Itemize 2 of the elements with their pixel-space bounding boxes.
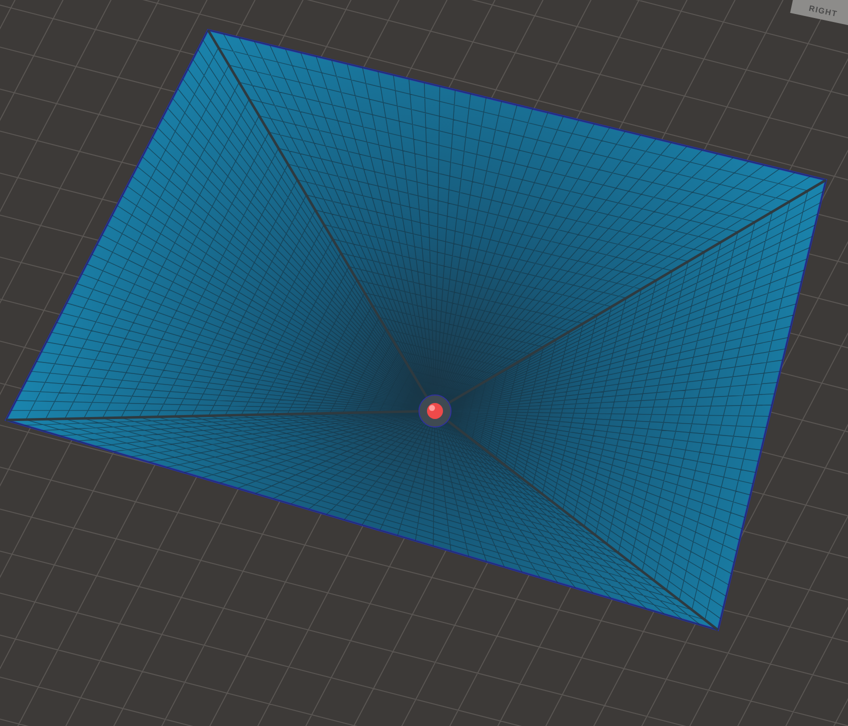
sphere-icon bbox=[418, 394, 452, 428]
view-cube[interactable]: RIGHT bbox=[790, 0, 848, 26]
